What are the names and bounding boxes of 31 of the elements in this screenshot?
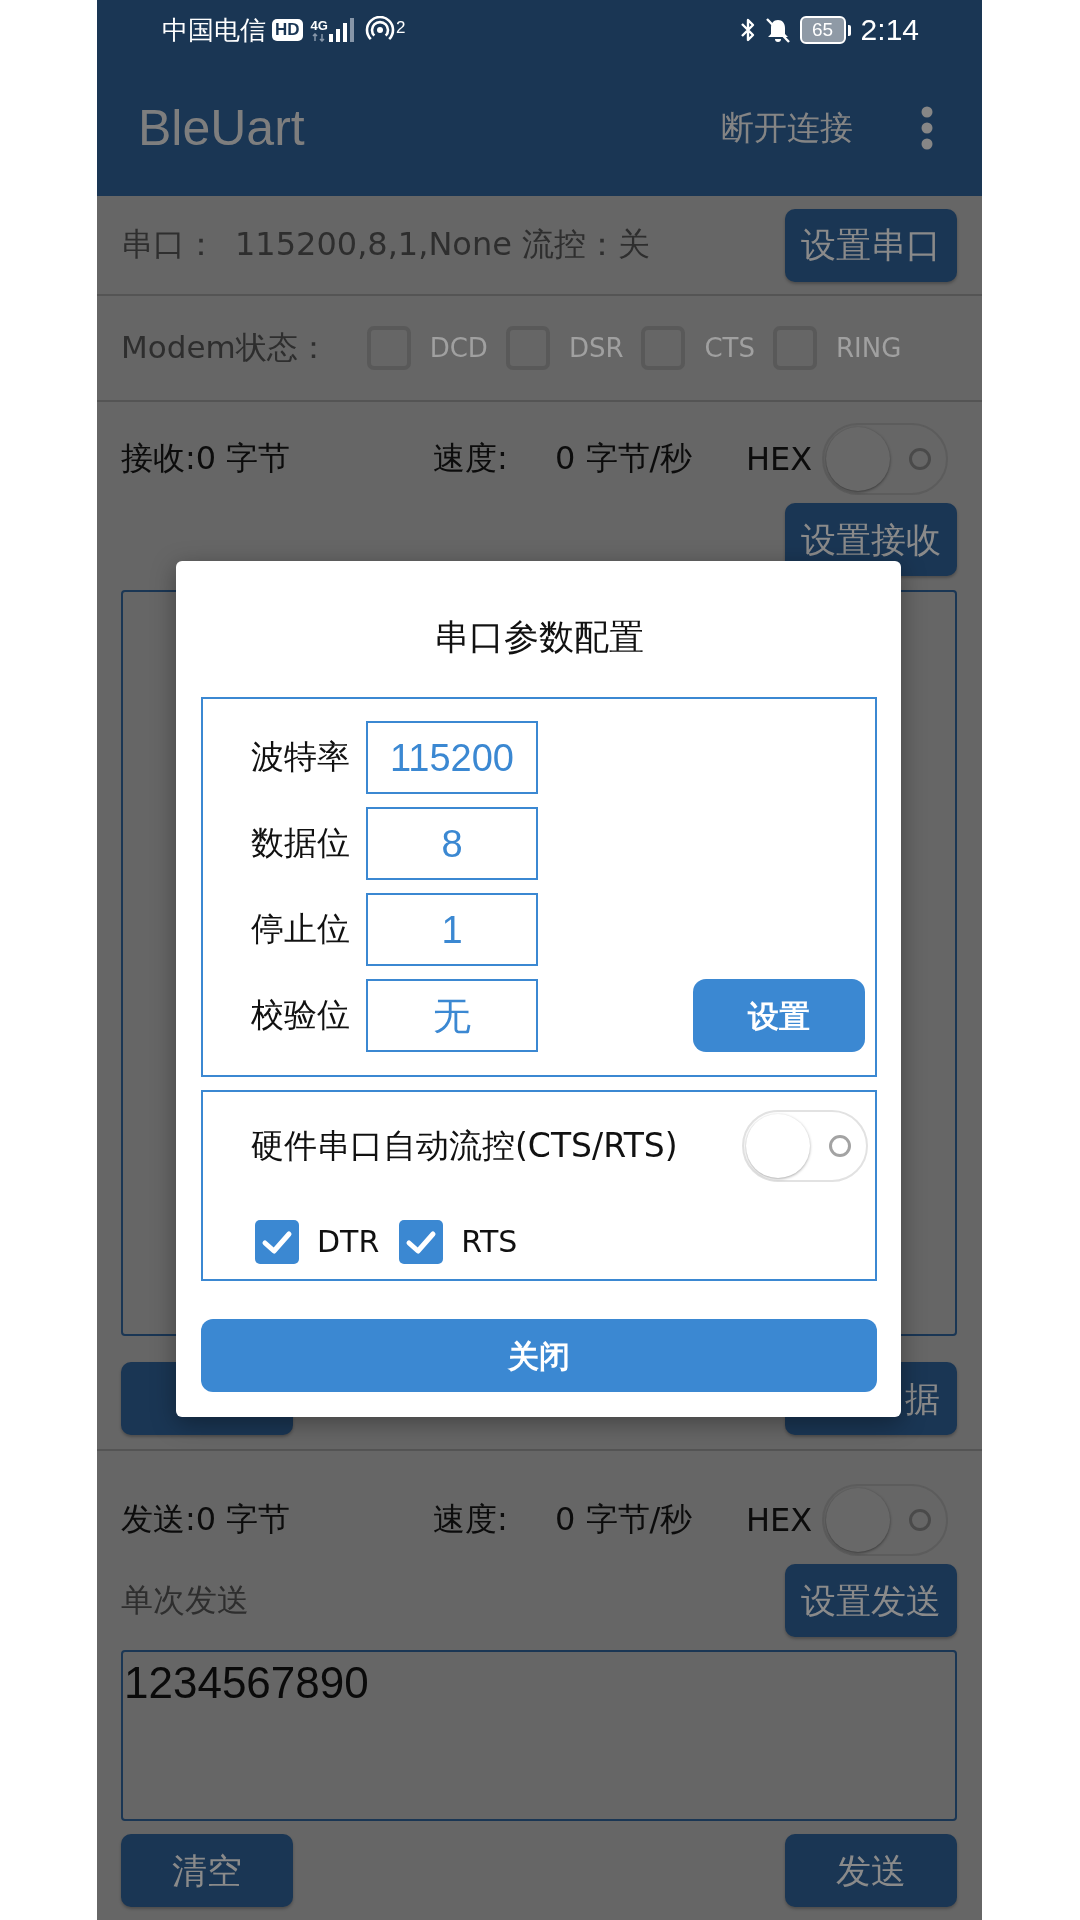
byte-count-text: 发送:0 字节 <box>121 1499 291 1540</box>
checkbox-label: DTR <box>317 1224 380 1259</box>
hd-badge: HD <box>272 19 303 41</box>
serial-label: 串口： <box>121 224 217 265</box>
checkbox-label: DSR <box>568 333 624 363</box>
checkbox-label: DCD <box>429 333 488 363</box>
hex-label: HEX <box>746 440 813 478</box>
parameter-label: 停止位 <box>251 908 350 950</box>
carrier-name: 中国电信 <box>162 15 266 45</box>
hotspot-count: 2 <box>395 19 406 36</box>
checkbox-label: RTS <box>461 1224 518 1259</box>
dialog-title: 串口参数配置 <box>434 616 644 659</box>
speed-label: 速度: <box>433 1499 508 1540</box>
serial-settings-text: 115200,8,1,None 流控：关 <box>235 224 651 265</box>
byte-count-text: 接收:0 字节 <box>121 438 291 479</box>
hex-label: HEX <box>746 1501 813 1539</box>
modem-status-label: Modem状态： <box>121 328 329 367</box>
speed-label: 速度: <box>433 438 508 479</box>
parameter-label: 校验位 <box>251 994 350 1036</box>
checkbox-label: RING <box>836 333 902 363</box>
checkbox-label: CTS <box>704 333 755 363</box>
battery-percent: 65 <box>799 16 846 44</box>
app-title: BleUart <box>138 99 305 157</box>
network-type-text: 4G <box>310 18 328 33</box>
speed-value: 0 字节/秒 <box>555 1499 693 1540</box>
parameter-label: 波特率 <box>251 736 350 778</box>
flow-control-label: 硬件串口自动流控(CTS/RTS) <box>251 1124 678 1167</box>
send-mode-label: 单次发送 <box>121 1579 249 1621</box>
parameter-label: 数据位 <box>251 822 350 864</box>
clock-time: 2:14 <box>860 13 919 47</box>
speed-value: 0 字节/秒 <box>555 438 693 479</box>
